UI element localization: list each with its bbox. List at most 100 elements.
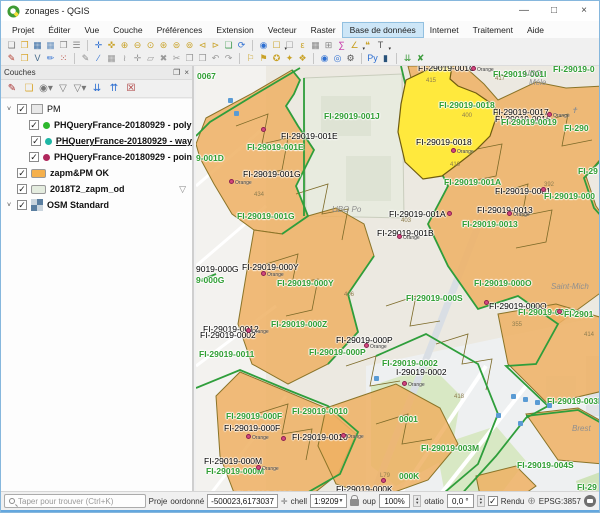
toggle-editing-icon[interactable]: ✎ <box>79 52 92 65</box>
identify-round2-icon[interactable]: ◎ <box>331 52 344 65</box>
layer-row[interactable]: ˅✓OSM Standard <box>1 197 192 213</box>
zoom-next-icon[interactable]: ⊳ <box>209 39 222 52</box>
map-tips-icon[interactable]: ❝ <box>361 39 374 52</box>
deselect-features-icon[interactable]: ☐ <box>283 39 296 52</box>
add-group-icon[interactable]: ❏ <box>22 82 36 96</box>
locator-search-input[interactable]: Taper pour trouver (Ctrl+K) <box>4 494 146 508</box>
zoom-native-icon[interactable]: ⊙ <box>144 39 157 52</box>
open-attribute-table-icon[interactable]: ▦ <box>309 39 322 52</box>
crs-globe-icon[interactable]: ⊕ <box>527 496 535 507</box>
select-features-icon[interactable]: ☐▾ <box>270 39 283 52</box>
menu-internet[interactable]: Internet <box>423 23 466 37</box>
label-options-icon[interactable]: ⚑ <box>257 52 270 65</box>
extent-icon[interactable]: ✛ <box>281 497 288 506</box>
minimize-button[interactable]: — <box>509 1 539 21</box>
layer-row[interactable]: ✓PHQueryFrance-20180929 - way <box>1 133 192 149</box>
map-canvas[interactable]: FI-29019-001EFI-29019-001GFI-29019-001CF… <box>196 66 599 491</box>
magnifier-input[interactable]: 100% <box>379 494 410 508</box>
copy-features-icon[interactable]: ❐ <box>183 52 196 65</box>
statistics-icon[interactable]: ∑ <box>335 39 348 52</box>
add-line-feature-icon[interactable]: ≀ <box>118 52 131 65</box>
layer-group-row[interactable]: ˅✓PM <box>1 101 192 117</box>
layer-checkbox[interactable]: ✓ <box>17 168 27 178</box>
float-panel-icon[interactable]: ❐ <box>173 68 180 77</box>
new-print-layout-icon[interactable]: ❒ <box>57 39 70 52</box>
paste-features-icon[interactable]: ❒ <box>196 52 209 65</box>
layer-checkbox[interactable]: ✓ <box>17 104 27 114</box>
menu-pr-f-rences[interactable]: Préférences <box>150 23 210 37</box>
paste-style-icon[interactable]: ❒ <box>18 52 31 65</box>
trace-digitize-icon[interactable]: ✏ <box>44 52 57 65</box>
menu-projet[interactable]: Projet <box>5 23 41 37</box>
manage-map-themes-icon[interactable]: ◉▾ <box>39 82 53 96</box>
pan-map-icon[interactable]: ✛ <box>92 39 105 52</box>
python-console-icon[interactable]: Py <box>366 52 379 65</box>
cut-features-icon[interactable]: ✂ <box>170 52 183 65</box>
layer-checkbox[interactable]: ✓ <box>29 152 39 162</box>
filter-by-expression-icon[interactable]: ▽▾ <box>73 82 87 96</box>
rotation-spinner[interactable]: ▲▼ <box>477 495 485 507</box>
close-panel-icon[interactable]: × <box>184 68 189 77</box>
remove-layer-icon[interactable]: ☒ <box>124 82 138 96</box>
zoom-full-icon[interactable]: ⊛ <box>157 39 170 52</box>
identify-features-icon[interactable]: ◉ <box>257 39 270 52</box>
osm-download-icon[interactable]: ⇊ <box>401 52 414 65</box>
menu-extension[interactable]: Extension <box>209 23 260 37</box>
menu-aide[interactable]: Aide <box>520 23 551 37</box>
zoom-out-icon[interactable]: ⊖ <box>131 39 144 52</box>
layer-checkbox[interactable]: ✓ <box>17 184 27 194</box>
layer-row[interactable]: ✓2018T2_zapm_od▽ <box>1 181 192 197</box>
magnifier-spinner[interactable]: ▲▼ <box>413 495 421 507</box>
expand-arrow-icon[interactable]: ˅ <box>5 202 13 209</box>
pin-labels-icon[interactable]: ✪ <box>270 52 283 65</box>
layer-styling-icon[interactable]: ✎ <box>5 82 19 96</box>
menu-vue[interactable]: Vue <box>77 23 106 37</box>
rotation-input[interactable]: 0,0 ° <box>447 494 474 508</box>
delete-selected-icon[interactable]: ✖ <box>157 52 170 65</box>
zoom-in-icon[interactable]: ⊕ <box>118 39 131 52</box>
save-edits-icon[interactable]: ▦ <box>105 52 118 65</box>
layer-row[interactable]: ✓PHQueryFrance-20180929 - polygon <box>1 117 192 133</box>
zoom-last-icon[interactable]: ⊲ <box>196 39 209 52</box>
collapse-all-icon[interactable]: ⇈ <box>107 82 121 96</box>
zoom-to-selection-icon[interactable]: ⊜ <box>170 39 183 52</box>
menu-base-de-donn-es[interactable]: Base de données <box>343 23 423 37</box>
modify-feature-icon[interactable]: ▱ <box>144 52 157 65</box>
identify-round-icon[interactable]: ◉ <box>318 52 331 65</box>
zoom-to-layer-icon[interactable]: ⊚ <box>183 39 196 52</box>
highlight-labels-icon[interactable]: ✦ <box>283 52 296 65</box>
expand-arrow-icon[interactable]: ˅ <box>5 106 13 113</box>
layout-manager-icon[interactable]: ☰ <box>70 39 83 52</box>
select-by-expression-icon[interactable]: ε <box>296 39 309 52</box>
layer-checkbox[interactable]: ✓ <box>17 200 27 210</box>
copy-style-icon[interactable]: ✎ <box>5 52 18 65</box>
move-label-icon[interactable]: ❖ <box>296 52 309 65</box>
expand-all-icon[interactable]: ⇊ <box>90 82 104 96</box>
menu-couche[interactable]: Couche <box>106 23 149 37</box>
vertex-marker-icon[interactable]: V <box>31 52 44 65</box>
pan-to-selection-icon[interactable]: ✜ <box>105 39 118 52</box>
menu-traitement[interactable]: Traitement <box>466 23 520 37</box>
layer-row[interactable]: ✓zapm&PM OK <box>1 165 192 181</box>
render-checkbox[interactable]: ✓ <box>488 496 498 506</box>
dropdown-arrow-icon[interactable]: ▾ <box>48 83 53 94</box>
new-project-icon[interactable]: ❏ <box>5 39 18 52</box>
menu-vecteur[interactable]: Vecteur <box>261 23 304 37</box>
undo-icon[interactable]: ↶ <box>209 52 222 65</box>
lock-scale-icon[interactable] <box>350 499 359 506</box>
refresh-icon[interactable]: ⟳ <box>235 39 248 52</box>
layer-checkbox[interactable]: ✓ <box>29 120 39 130</box>
messages-icon[interactable] <box>584 495 596 507</box>
log-messages-icon[interactable]: ▮ <box>379 52 392 65</box>
scatter-edit-icon[interactable]: ⁙ <box>57 52 70 65</box>
open-project-icon[interactable]: ❐ <box>18 39 31 52</box>
osm-tools-icon[interactable]: ✘ <box>414 52 427 65</box>
dropdown-arrow-icon[interactable]: ▾ <box>81 83 86 94</box>
measure-icon[interactable]: ∠▾ <box>348 39 361 52</box>
digitize-icon[interactable]: ∕ <box>92 52 105 65</box>
layer-checkbox[interactable]: ✓ <box>31 136 41 146</box>
menu--diter[interactable]: Éditer <box>41 23 77 37</box>
redo-icon[interactable]: ↷ <box>222 52 235 65</box>
menu-raster[interactable]: Raster <box>304 23 343 37</box>
layer-row[interactable]: ✓PHQueryFrance-20180929 - point <box>1 149 192 165</box>
